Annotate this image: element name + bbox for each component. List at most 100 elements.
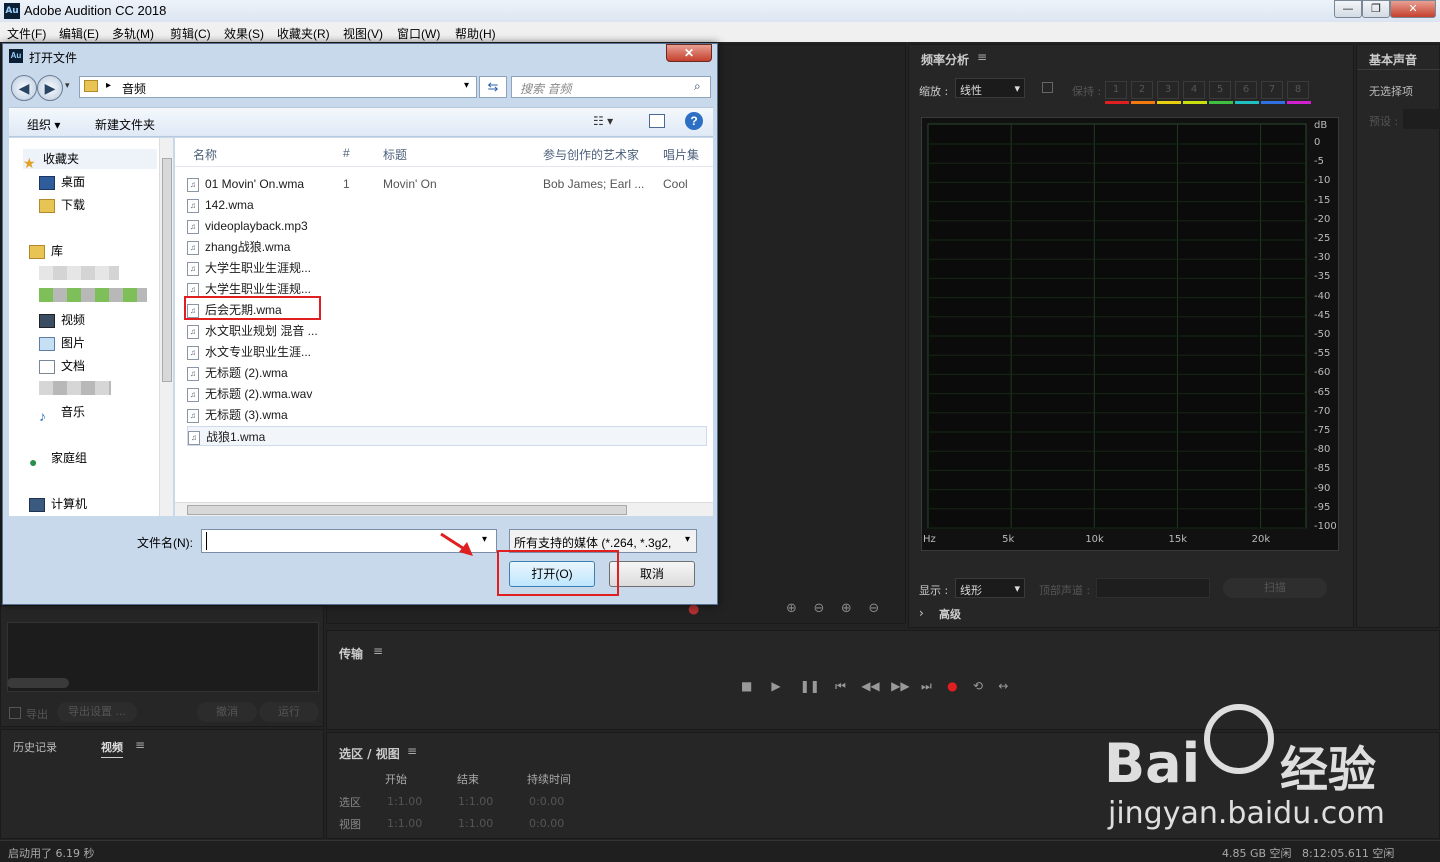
selection-start[interactable]: 1:1.00 [387,795,422,808]
advanced-toggle[interactable]: 高级 [939,606,961,622]
horizontal-scrollbar[interactable] [175,502,713,516]
nav-pictures[interactable]: 图片 [39,333,85,353]
preset-select[interactable] [1403,109,1440,129]
hold-slot-button[interactable]: 2 [1131,81,1153,99]
file-row[interactable]: ♫ 142.wma [187,195,707,215]
column-album[interactable]: 唱片集 [663,146,699,163]
hold-slot-button[interactable]: 8 [1287,81,1309,99]
address-bar[interactable]: ▸ 音频 ▾ [79,76,477,98]
nav-scrollbar[interactable] [159,138,173,516]
stop-icon[interactable]: ■ [741,679,752,693]
nav-favorites[interactable]: ★ 收藏夹 [23,149,157,171]
hold-slot-button[interactable]: 4 [1183,81,1205,99]
view-duration[interactable]: 0:0.00 [529,817,564,830]
file-row[interactable]: ♫ 无标题 (2).wma [187,363,707,383]
display-select[interactable]: 线形 ▾ [955,578,1025,598]
breadcrumb-folder[interactable]: 音频 [122,80,146,97]
column-name[interactable]: 名称 [193,146,217,163]
fast-forward-icon[interactable]: ▶▶ [891,679,909,693]
panel-menu-icon[interactable]: ≡ [135,738,145,752]
close-window-button[interactable]: ✕ [1390,0,1436,18]
nav-documents[interactable]: 文档 [39,356,85,376]
rewind-icon[interactable]: ◀◀ [861,679,879,693]
zoom-in-amplitude-icon[interactable]: ⊕ [786,601,797,616]
nav-scroll-thumb[interactable] [162,158,172,382]
menu-view[interactable]: 视图(V) [343,25,383,42]
organize-button[interactable]: 组织 ▾ [27,116,60,133]
menu-effects[interactable]: 效果(S) [224,25,264,42]
preview-pane-icon[interactable] [649,114,665,128]
selection-duration[interactable]: 0:0.00 [529,795,564,808]
scan-button[interactable]: 扫描 [1223,578,1327,598]
nav-desktop[interactable]: 桌面 [39,172,85,192]
search-icon[interactable]: ⌕ [694,79,701,94]
nav-videos[interactable]: 视频 [39,310,85,330]
refresh-icon[interactable]: ⇆ [479,76,507,98]
tab-video[interactable]: 视频 [101,739,123,758]
column-number[interactable]: # [343,146,350,160]
recent-locations-icon[interactable]: ▾ [65,80,70,91]
tab-history[interactable]: 历史记录 [13,739,57,755]
search-input[interactable]: 搜索 音频 ⌕ [511,76,711,98]
menu-favorites[interactable]: 收藏夹(R) [277,25,330,42]
panel-menu-icon[interactable]: ≡ [977,50,987,64]
zoom-select[interactable]: 线性 ▾ [955,78,1025,98]
nav-computer[interactable]: 计算机 [29,494,87,514]
chevron-right-icon[interactable]: › [919,606,924,620]
nav-homegroup[interactable]: ● 家庭组 [29,448,87,470]
new-folder-button[interactable]: 新建文件夹 [95,116,155,133]
file-row[interactable]: ♫ videoplayback.mp3 [187,216,707,236]
file-row[interactable]: ♫ zhang战狼.wma [187,237,707,257]
pause-icon[interactable]: ❚❚ [800,679,820,693]
column-artist[interactable]: 参与创作的艺术家 [543,146,639,163]
panel-menu-icon[interactable]: ≡ [407,744,417,758]
back-button[interactable]: ◀ [11,75,37,101]
file-row[interactable]: ♫ 大学生职业生涯规... [187,258,707,278]
play-icon[interactable]: ▶ [771,679,780,693]
nav-downloads[interactable]: 下载 [39,195,85,215]
chevron-down-icon[interactable]: ▾ [464,80,469,91]
hold-slot-button[interactable]: 3 [1157,81,1179,99]
h-scroll-thumb[interactable] [187,505,627,515]
menu-clip[interactable]: 剪辑(C) [170,25,211,42]
zoom-in-time-icon[interactable]: ⊕ [841,601,852,616]
chevron-down-icon[interactable]: ▾ [482,534,487,545]
hold-slot-button[interactable]: 7 [1261,81,1283,99]
menu-multitrack[interactable]: 多轨(M) [112,25,154,42]
hold-checkbox[interactable] [1042,82,1053,93]
skip-previous-icon[interactable]: ⏮ [835,679,846,693]
file-row[interactable]: ♫ 战狼1.wma [187,426,707,446]
run-button[interactable]: 运行 [259,702,319,722]
undo-button[interactable]: 撤消 [197,702,257,722]
hold-slot-button[interactable]: 5 [1209,81,1231,99]
view-end[interactable]: 1:1.00 [458,817,493,830]
file-row[interactable]: ♫ 无标题 (3).wma [187,405,707,425]
loop-icon[interactable]: ⟲ [973,679,983,693]
menu-help[interactable]: 帮助(H) [455,25,496,42]
zoom-out-amplitude-icon[interactable]: ⊖ [813,601,824,616]
file-row[interactable]: ♫ 01 Movin' On.wma 1 Movin' On Bob James; Ea… [187,174,707,194]
file-row[interactable]: ♫ 水文专业职业生涯... [187,342,707,362]
menu-file[interactable]: 文件(F) [7,25,46,42]
export-checkbox[interactable] [9,707,21,719]
dialog-close-button[interactable]: ✕ [666,44,712,62]
skip-icon[interactable]: ↔ [998,679,1008,693]
forward-button[interactable]: ▶ [37,75,63,101]
view-start[interactable]: 1:1.00 [387,817,422,830]
nav-libraries[interactable]: 库 [29,241,63,261]
cancel-button[interactable]: 取消 [609,561,695,587]
file-row[interactable]: ♫ 无标题 (2).wma.wav [187,384,707,404]
top-channel-select[interactable] [1096,578,1210,598]
maximize-button[interactable]: ❐ [1362,0,1390,18]
zoom-out-time-icon[interactable]: ⊖ [868,601,879,616]
menu-edit[interactable]: 编辑(E) [59,25,99,42]
selection-end[interactable]: 1:1.00 [458,795,493,808]
help-icon[interactable]: ? [685,112,703,130]
chevron-down-icon[interactable]: ▾ [685,534,690,545]
hold-slot-button[interactable]: 6 [1235,81,1257,99]
panel-menu-icon[interactable]: ≡ [373,644,383,658]
nav-music[interactable]: ♪ 音乐 [39,402,85,424]
horizontal-scrollbar[interactable] [7,678,69,688]
minimize-button[interactable]: — [1334,0,1362,18]
record-icon[interactable]: ● [947,679,957,693]
